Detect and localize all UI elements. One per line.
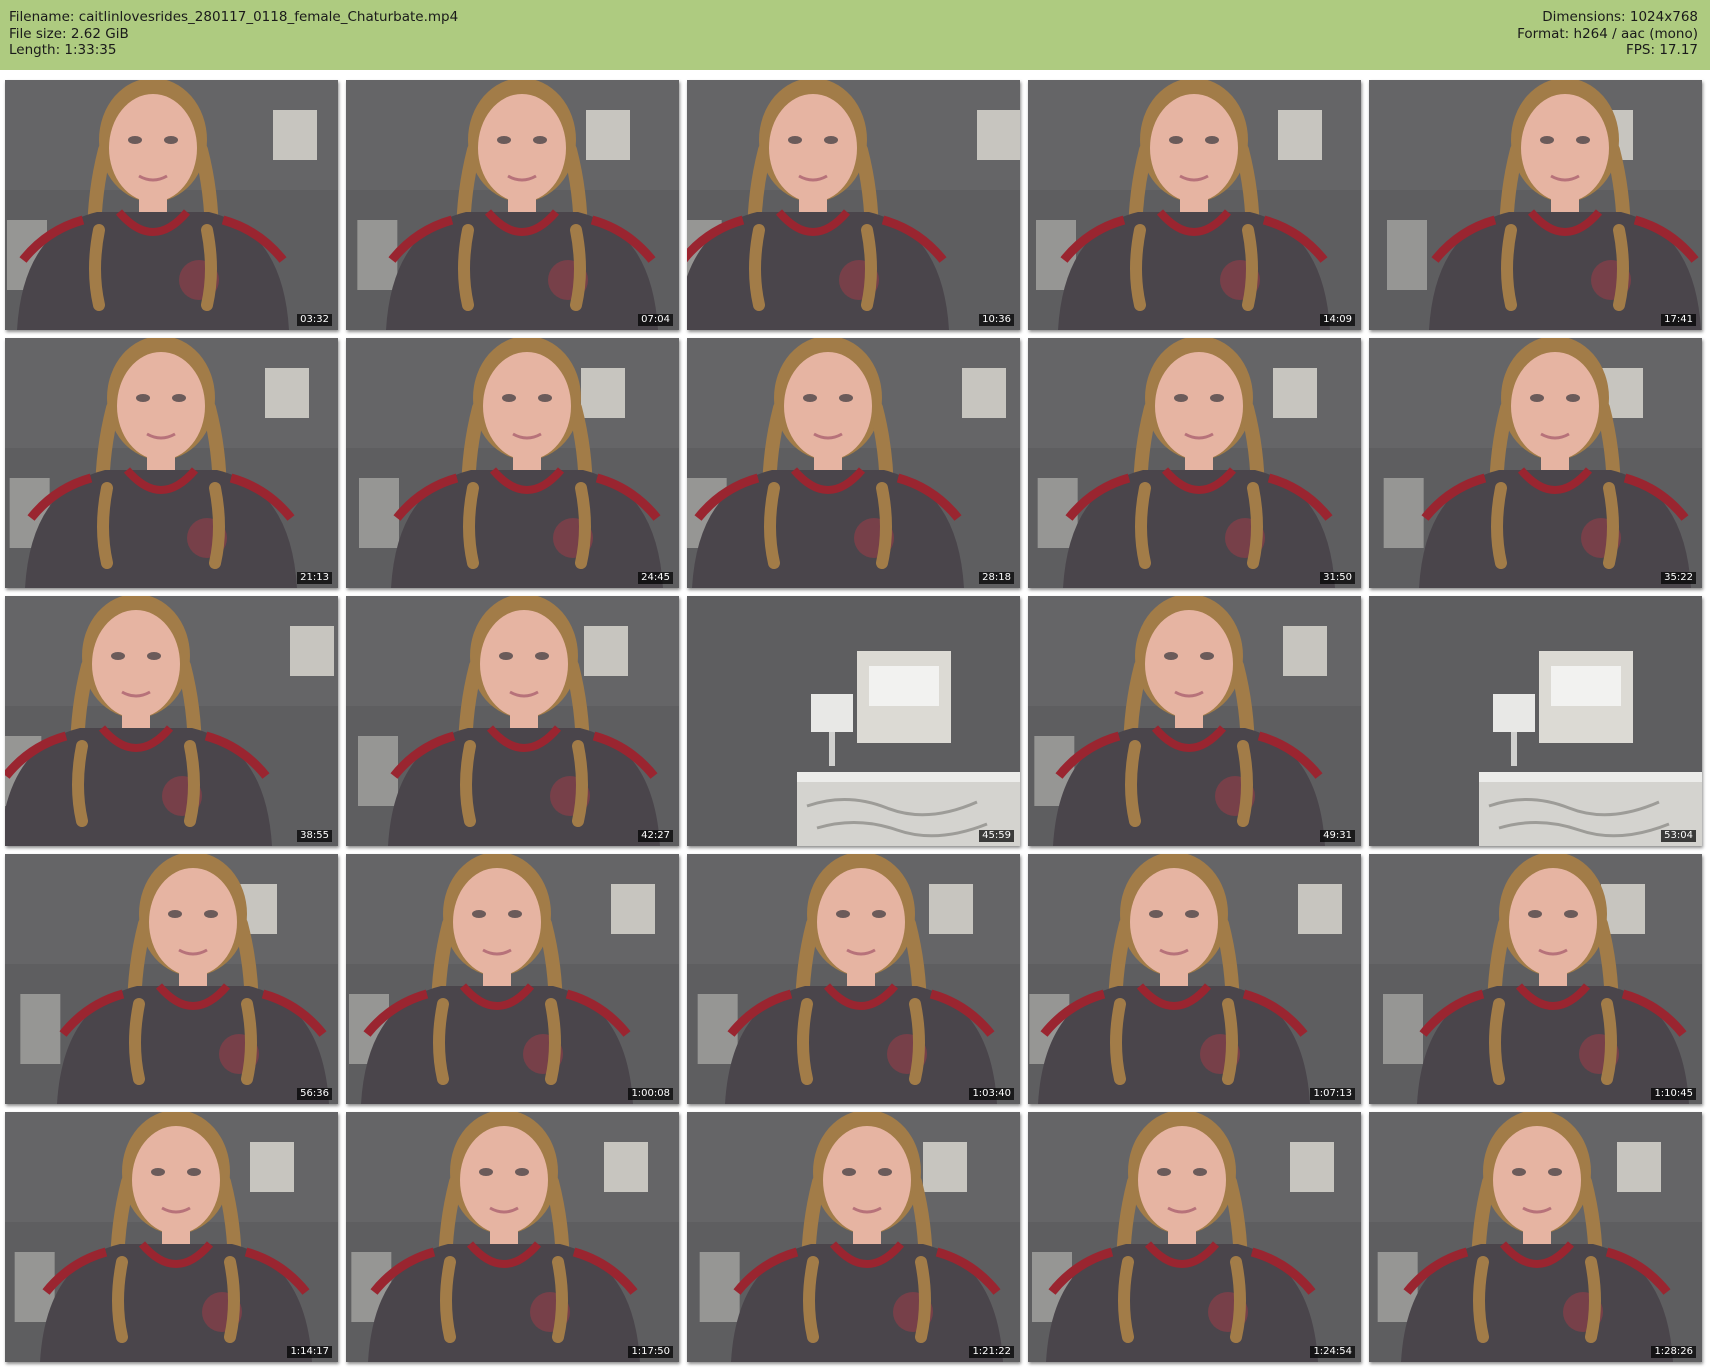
frame-image	[346, 596, 679, 846]
frame-image	[5, 338, 338, 588]
thumbnail-grid: 03:32 07:04 10:36 14:09 17:41 21:13 24:4…	[5, 80, 1702, 1362]
thumbnail-frame: 1:21:22	[687, 1112, 1020, 1362]
thumbnail-frame: 45:59	[687, 596, 1020, 846]
fps-text: FPS: 17.17	[1626, 42, 1698, 58]
frame-image	[687, 80, 1020, 330]
timestamp-label: 1:24:54	[1310, 1346, 1355, 1358]
thumbnail-frame: 1:07:13	[1028, 854, 1361, 1104]
timestamp-label: 31:50	[1320, 572, 1355, 584]
thumbnail-frame: 53:04	[1369, 596, 1702, 846]
timestamp-label: 56:36	[297, 1088, 332, 1100]
thumbnail-frame: 07:04	[346, 80, 679, 330]
thumbnail-frame: 31:50	[1028, 338, 1361, 588]
timestamp-label: 45:59	[979, 830, 1014, 842]
thumbnail-frame: 1:17:50	[346, 1112, 679, 1362]
frame-image	[687, 338, 1020, 588]
timestamp-label: 49:31	[1320, 830, 1355, 842]
timestamp-label: 14:09	[1320, 314, 1355, 326]
thumbnail-frame: 1:28:26	[1369, 1112, 1702, 1362]
format-text: Format: h264 / aac (mono)	[1517, 25, 1698, 42]
timestamp-label: 10:36	[979, 314, 1014, 326]
timestamp-label: 1:10:45	[1651, 1088, 1696, 1100]
frame-image	[1369, 854, 1702, 1104]
timestamp-label: 17:41	[1661, 314, 1696, 326]
timestamp-label: 07:04	[638, 314, 673, 326]
frame-image	[5, 854, 338, 1104]
frame-image	[346, 1112, 679, 1362]
thumbnail-frame: 49:31	[1028, 596, 1361, 846]
timestamp-label: 35:22	[1661, 572, 1696, 584]
thumbnail-frame: 1:14:17	[5, 1112, 338, 1362]
frame-image	[346, 80, 679, 330]
frame-image	[687, 854, 1020, 1104]
timestamp-label: 1:17:50	[628, 1346, 673, 1358]
timestamp-label: 38:55	[297, 830, 332, 842]
frame-image	[687, 1112, 1020, 1362]
thumbnail-frame: 10:36	[687, 80, 1020, 330]
thumbnail-frame: 35:22	[1369, 338, 1702, 588]
timestamp-label: 28:18	[979, 572, 1014, 584]
timestamp-label: 1:28:26	[1651, 1346, 1696, 1358]
thumbnail-frame: 1:10:45	[1369, 854, 1702, 1104]
thumbnail-frame: 24:45	[346, 338, 679, 588]
timestamp-label: 03:32	[297, 314, 332, 326]
frame-image	[346, 854, 679, 1104]
file-info: Filename: caitlinlovesrides_280117_0118_…	[9, 9, 458, 59]
thumbnail-frame: 42:27	[346, 596, 679, 846]
timestamp-label: 21:13	[297, 572, 332, 584]
length-text: Length: 1:33:35	[9, 42, 117, 58]
frame-image	[1369, 338, 1702, 588]
file-size-text: File size: 2.62 GiB	[9, 25, 129, 42]
frame-image	[687, 596, 1020, 846]
frame-image	[5, 596, 338, 846]
info-header: Filename: caitlinlovesrides_280117_0118_…	[0, 0, 1710, 70]
frame-image	[1369, 80, 1702, 330]
thumbnail-frame: 21:13	[5, 338, 338, 588]
frame-image	[1028, 338, 1361, 588]
video-info: Dimensions: 1024x768 Format: h264 / aac …	[1517, 9, 1698, 59]
thumbnail-frame: 56:36	[5, 854, 338, 1104]
frame-image	[1369, 1112, 1702, 1362]
timestamp-label: 24:45	[638, 572, 673, 584]
thumbnail-frame: 17:41	[1369, 80, 1702, 330]
frame-image	[346, 338, 679, 588]
dimensions-text: Dimensions: 1024x768	[1542, 9, 1698, 25]
timestamp-label: 1:14:17	[287, 1346, 332, 1358]
frame-image	[1028, 854, 1361, 1104]
thumbnail-frame: 1:00:08	[346, 854, 679, 1104]
frame-image	[5, 1112, 338, 1362]
timestamp-label: 42:27	[638, 830, 673, 842]
timestamp-label: 53:04	[1661, 830, 1696, 842]
frame-image	[1028, 596, 1361, 846]
timestamp-label: 1:03:40	[969, 1088, 1014, 1100]
thumbnail-frame: 28:18	[687, 338, 1020, 588]
filename-text: Filename: caitlinlovesrides_280117_0118_…	[9, 9, 459, 25]
thumbnail-frame: 1:24:54	[1028, 1112, 1361, 1362]
thumbnail-frame: 1:03:40	[687, 854, 1020, 1104]
timestamp-label: 1:07:13	[1310, 1088, 1355, 1100]
thumbnail-frame: 14:09	[1028, 80, 1361, 330]
frame-image	[1369, 596, 1702, 846]
frame-image	[1028, 1112, 1361, 1362]
timestamp-label: 1:21:22	[969, 1346, 1014, 1358]
thumbnail-frame: 38:55	[5, 596, 338, 846]
timestamp-label: 1:00:08	[628, 1088, 673, 1100]
frame-image	[5, 80, 338, 330]
thumbnail-frame: 03:32	[5, 80, 338, 330]
frame-image	[1028, 80, 1361, 330]
